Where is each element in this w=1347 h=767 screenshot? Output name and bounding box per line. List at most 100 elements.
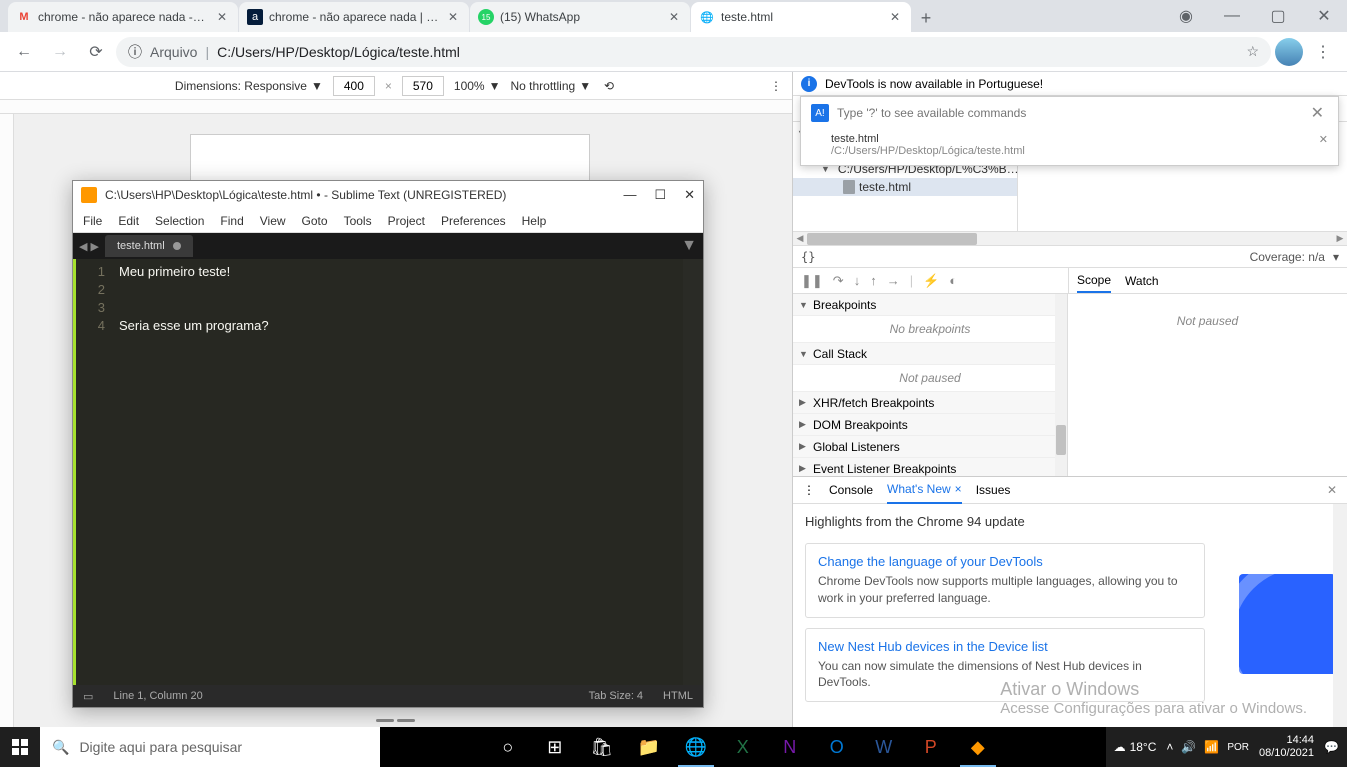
powerpoint-icon[interactable]: P	[909, 727, 953, 767]
sublime-icon[interactable]: ◆	[956, 727, 1000, 767]
horizontal-scrollbar[interactable]: ◀ ▶	[793, 232, 1347, 246]
close-icon[interactable]: ✕	[214, 9, 230, 25]
acc-global[interactable]: ▶Global Listeners	[793, 436, 1067, 458]
close-icon[interactable]: ✕	[887, 9, 903, 25]
close-icon[interactable]: ✕	[445, 9, 461, 25]
maximize-button[interactable]: ☐	[654, 187, 666, 203]
tab-console[interactable]: Console	[829, 477, 873, 504]
maximize-button[interactable]: ▢	[1255, 0, 1301, 32]
browser-tab-active[interactable]: 🌐 teste.html ✕	[691, 2, 911, 32]
acc-event[interactable]: ▶Event Listener Breakpoints	[793, 458, 1067, 476]
store-icon[interactable]: 🛍	[580, 727, 624, 767]
console-icon[interactable]: ▭	[83, 690, 93, 703]
taskbar-search[interactable]: 🔍 Digite aqui para pesquisar	[40, 727, 380, 767]
card-title-link[interactable]: Change the language of your DevTools	[818, 554, 1192, 569]
pause-icon[interactable]: ❚❚	[801, 273, 823, 289]
chevron-up-icon[interactable]: ˄	[1166, 740, 1173, 754]
drawer-scrollbar[interactable]	[1333, 504, 1347, 727]
close-drawer-icon[interactable]: ✕	[1327, 483, 1337, 497]
start-button[interactable]	[0, 727, 40, 767]
deactivate-bp-icon[interactable]: ⚡	[923, 273, 939, 289]
tab-issues[interactable]: Issues	[976, 477, 1011, 504]
cortana-icon[interactable]: ○	[486, 727, 530, 767]
accordion-scrollbar[interactable]	[1055, 294, 1067, 476]
minimap[interactable]	[683, 259, 703, 685]
command-input[interactable]	[837, 106, 1299, 120]
url-field[interactable]: ⓘ Arquivo | C:/Users/HP/Desktop/Lógica/t…	[116, 37, 1271, 67]
back-button[interactable]: ←	[8, 36, 40, 68]
profile-avatar[interactable]	[1275, 38, 1303, 66]
excel-icon[interactable]: X	[721, 727, 765, 767]
browser-tab[interactable]: a chrome - não aparece nada | Lóg… ✕	[239, 2, 469, 32]
outlook-icon[interactable]: O	[815, 727, 859, 767]
card-title-link[interactable]: New Nest Hub devices in the Device list	[818, 639, 1192, 654]
chrome-account-icon[interactable]: ◉	[1163, 0, 1209, 32]
menu-selection[interactable]: Selection	[155, 214, 204, 228]
device-toolbar-menu-icon[interactable]: ⋮	[770, 79, 782, 93]
pause-on-exceptions-icon[interactable]: ◐	[949, 273, 957, 288]
close-button[interactable]: ✕	[684, 187, 695, 203]
browser-tab[interactable]: M chrome - não aparece nada - an… ✕	[8, 2, 238, 32]
menu-file[interactable]: File	[83, 214, 102, 228]
height-input[interactable]	[402, 76, 444, 96]
browser-tab[interactable]: 15 (15) WhatsApp ✕	[470, 2, 690, 32]
acc-breakpoints[interactable]: ▼Breakpoints	[793, 294, 1067, 316]
drawer-menu-icon[interactable]: ⋮	[803, 483, 815, 497]
tab-scope[interactable]: Scope	[1077, 269, 1111, 293]
code-content[interactable]: Meu primeiro teste! Seria esse um progra…	[113, 259, 683, 685]
minimize-button[interactable]: —	[1209, 0, 1255, 32]
rotate-icon[interactable]: ⟲	[601, 78, 617, 94]
acc-xhr[interactable]: ▶XHR/fetch Breakpoints	[793, 392, 1067, 414]
step-over-icon[interactable]: ↷	[833, 273, 844, 289]
zoom-dropdown[interactable]: 100% ▼	[454, 79, 501, 93]
chrome-icon[interactable]: 🌐	[674, 727, 718, 767]
menu-edit[interactable]: Edit	[118, 214, 139, 228]
language-icon[interactable]: POR	[1227, 742, 1249, 753]
task-view-icon[interactable]: ⊞	[533, 727, 577, 767]
reload-button[interactable]: ⟳	[80, 36, 112, 68]
weather-widget[interactable]: ☁ 18°C	[1114, 740, 1157, 754]
syntax-mode[interactable]: HTML	[663, 690, 693, 702]
info-icon[interactable]: ⓘ	[128, 42, 142, 62]
scroll-left-icon[interactable]: ◀	[793, 232, 807, 246]
close-button[interactable]: ✕	[1301, 0, 1347, 32]
sublime-titlebar[interactable]: C:\Users\HP\Desktop\Lógica\teste.html • …	[73, 181, 703, 209]
sublime-editor[interactable]: 1 2 3 4 Meu primeiro teste! Seria esse u…	[73, 259, 703, 685]
chrome-menu-icon[interactable]: ⋮	[1307, 36, 1339, 68]
explorer-icon[interactable]: 📁	[627, 727, 671, 767]
close-icon[interactable]: ✕	[1307, 103, 1328, 123]
width-input[interactable]	[333, 76, 375, 96]
menu-find[interactable]: Find	[220, 214, 243, 228]
tab-dropdown-icon[interactable]: ▼	[681, 237, 697, 255]
taskbar-clock[interactable]: 14:44 08/10/2021	[1259, 734, 1314, 760]
braces-icon[interactable]: {}	[801, 250, 815, 264]
volume-icon[interactable]: 🔊	[1181, 740, 1196, 754]
dimensions-dropdown[interactable]: Dimensions: Responsive ▼	[175, 79, 323, 93]
acc-dom[interactable]: ▶DOM Breakpoints	[793, 414, 1067, 436]
step-out-icon[interactable]: ↑	[870, 273, 877, 288]
coverage-toggle-icon[interactable]: ▾	[1333, 250, 1339, 264]
step-into-icon[interactable]: ↓	[854, 273, 861, 288]
word-icon[interactable]: W	[862, 727, 906, 767]
sublime-tab[interactable]: teste.html	[105, 235, 193, 257]
menu-project[interactable]: Project	[388, 214, 425, 228]
bookmark-icon[interactable]: ☆	[1246, 43, 1259, 60]
menu-preferences[interactable]: Preferences	[441, 214, 506, 228]
minimize-button[interactable]: —	[623, 187, 636, 203]
scrollbar-thumb[interactable]	[807, 233, 977, 245]
tab-watch[interactable]: Watch	[1125, 270, 1159, 292]
new-tab-button[interactable]: +	[912, 4, 940, 32]
tab-nav-icons[interactable]: ◀ ▶	[79, 240, 99, 253]
menu-tools[interactable]: Tools	[344, 214, 372, 228]
wifi-icon[interactable]: 📶	[1204, 740, 1219, 754]
forward-button[interactable]: →	[44, 36, 76, 68]
scroll-right-icon[interactable]: ▶	[1333, 232, 1347, 246]
drag-handle[interactable]	[376, 719, 416, 723]
menu-view[interactable]: View	[260, 214, 286, 228]
onenote-icon[interactable]: N	[768, 727, 812, 767]
close-icon[interactable]: ✕	[1319, 133, 1328, 146]
tab-whats-new[interactable]: What's New ×	[887, 477, 962, 504]
menu-goto[interactable]: Goto	[302, 214, 328, 228]
throttle-dropdown[interactable]: No throttling ▼	[510, 79, 591, 93]
notifications-icon[interactable]: 💬	[1324, 740, 1339, 754]
